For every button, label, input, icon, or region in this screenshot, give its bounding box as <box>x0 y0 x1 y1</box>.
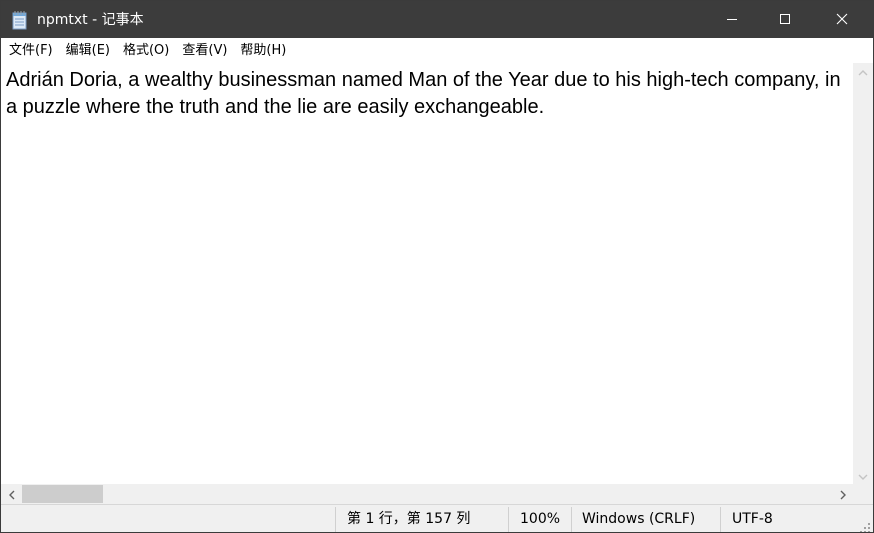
scrollbar-corner <box>853 484 873 504</box>
maximize-icon <box>779 10 791 29</box>
scroll-right-button[interactable] <box>834 484 851 504</box>
window-title: npmtxt - 记事本 <box>37 12 144 28</box>
horizontal-scroll-thumb[interactable] <box>22 485 103 503</box>
menu-edit[interactable]: 编辑(E) <box>60 41 116 61</box>
cursor-position: 第 1 行，第 157 列 <box>347 511 471 527</box>
status-divider <box>335 507 336 532</box>
chevron-up-icon <box>858 62 868 81</box>
minimize-icon <box>726 10 738 29</box>
chevron-down-icon <box>858 466 868 485</box>
menu-view[interactable]: 查看(V) <box>176 41 233 61</box>
status-divider <box>720 507 721 532</box>
status-divider <box>571 507 572 532</box>
close-button[interactable] <box>819 1 865 38</box>
chevron-left-icon <box>8 485 16 504</box>
vertical-scrollbar[interactable] <box>853 63 873 484</box>
menu-help[interactable]: 帮助(H) <box>234 41 292 61</box>
text-editor[interactable]: Adrián Doria, a wealthy businessman name… <box>1 63 853 484</box>
scroll-up-button[interactable] <box>853 63 873 80</box>
horizontal-scrollbar[interactable] <box>1 484 853 504</box>
editor-content[interactable]: Adrián Doria, a wealthy businessman name… <box>6 67 848 121</box>
scroll-left-button[interactable] <box>3 484 20 504</box>
zoom-level: 100% <box>520 511 561 527</box>
close-icon <box>836 10 848 29</box>
encoding: UTF-8 <box>732 511 773 527</box>
title-bar[interactable]: npmtxt - 记事本 <box>1 1 873 38</box>
resize-grip-icon[interactable] <box>859 519 871 532</box>
menu-bar: 文件(F) 编辑(E) 格式(O) 查看(V) 帮助(H) <box>1 38 873 63</box>
menu-file[interactable]: 文件(F) <box>3 41 59 61</box>
line-ending: Windows (CRLF) <box>582 511 696 527</box>
notepad-window: npmtxt - 记事本 文件(F) 编辑(E) 格式(O) 查看(V) 帮助(… <box>0 0 874 533</box>
notepad-icon <box>11 10 29 30</box>
status-bar: 第 1 行，第 157 列 100% Windows (CRLF) UTF-8 <box>1 504 873 532</box>
chevron-right-icon <box>839 485 847 504</box>
maximize-button[interactable] <box>762 1 808 38</box>
menu-format[interactable]: 格式(O) <box>117 41 175 61</box>
minimize-button[interactable] <box>709 1 755 38</box>
status-divider <box>508 507 509 532</box>
scroll-down-button[interactable] <box>853 467 873 484</box>
